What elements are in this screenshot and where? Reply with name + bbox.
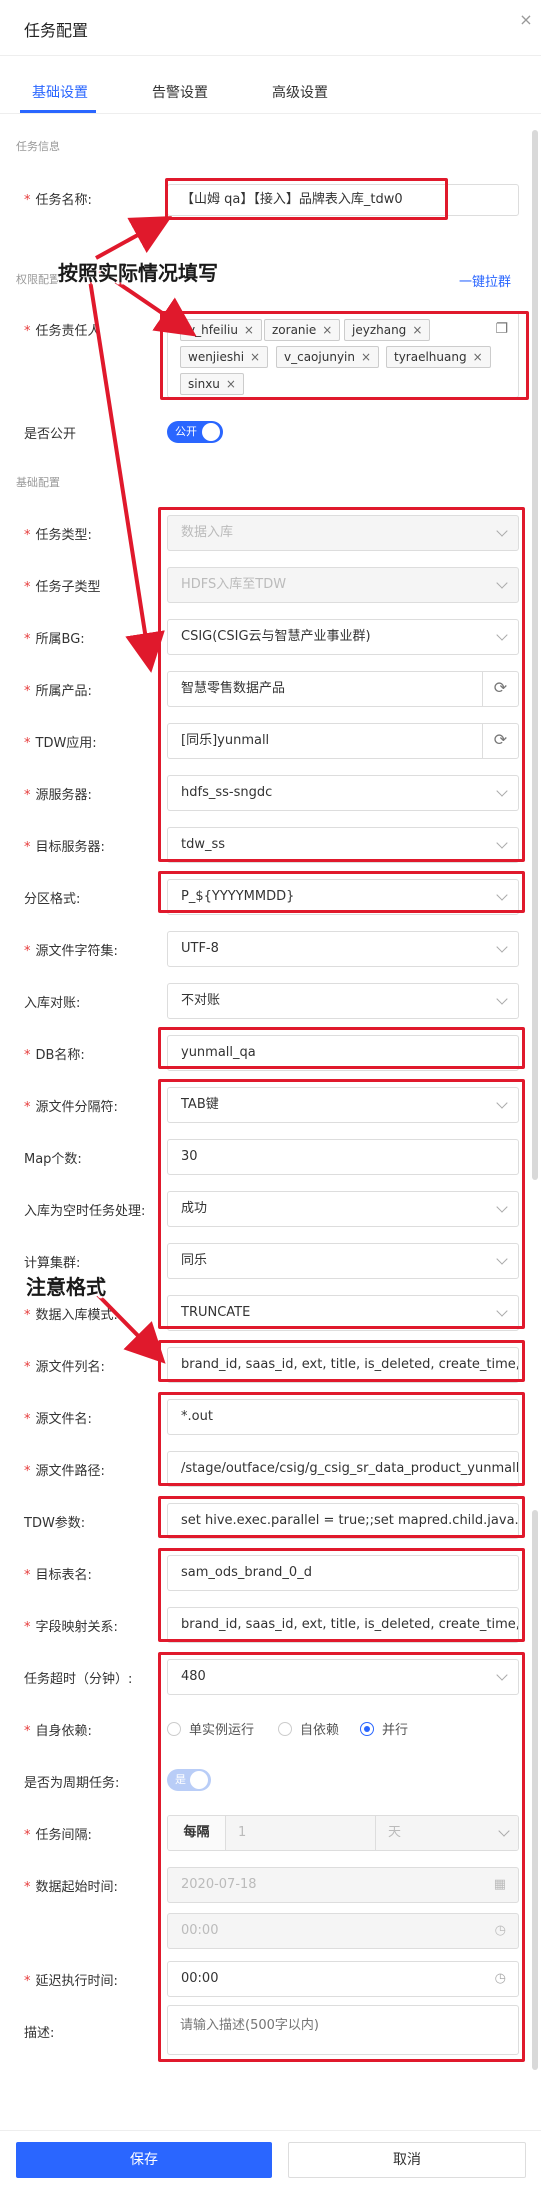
- annotation-arrows: [88, 216, 197, 1364]
- canvas: { "header": {"title": "任务配置", "close_ico…: [0, 0, 541, 2188]
- annotation-format-note: 注意格式: [26, 1275, 106, 1299]
- footer-divider: [0, 2130, 541, 2131]
- arrow-to-task-name: [95, 216, 173, 260]
- cancel-button[interactable]: 取消: [288, 2142, 526, 2178]
- arrow-to-columns: [93, 1290, 166, 1364]
- arrow-to-basic: [88, 279, 165, 673]
- save-button[interactable]: 保存: [16, 2142, 272, 2178]
- scrollbar[interactable]: [532, 1510, 538, 2070]
- scrollbar[interactable]: [532, 130, 538, 1180]
- annotation-fill-note: 按照实际情况填写: [58, 261, 218, 285]
